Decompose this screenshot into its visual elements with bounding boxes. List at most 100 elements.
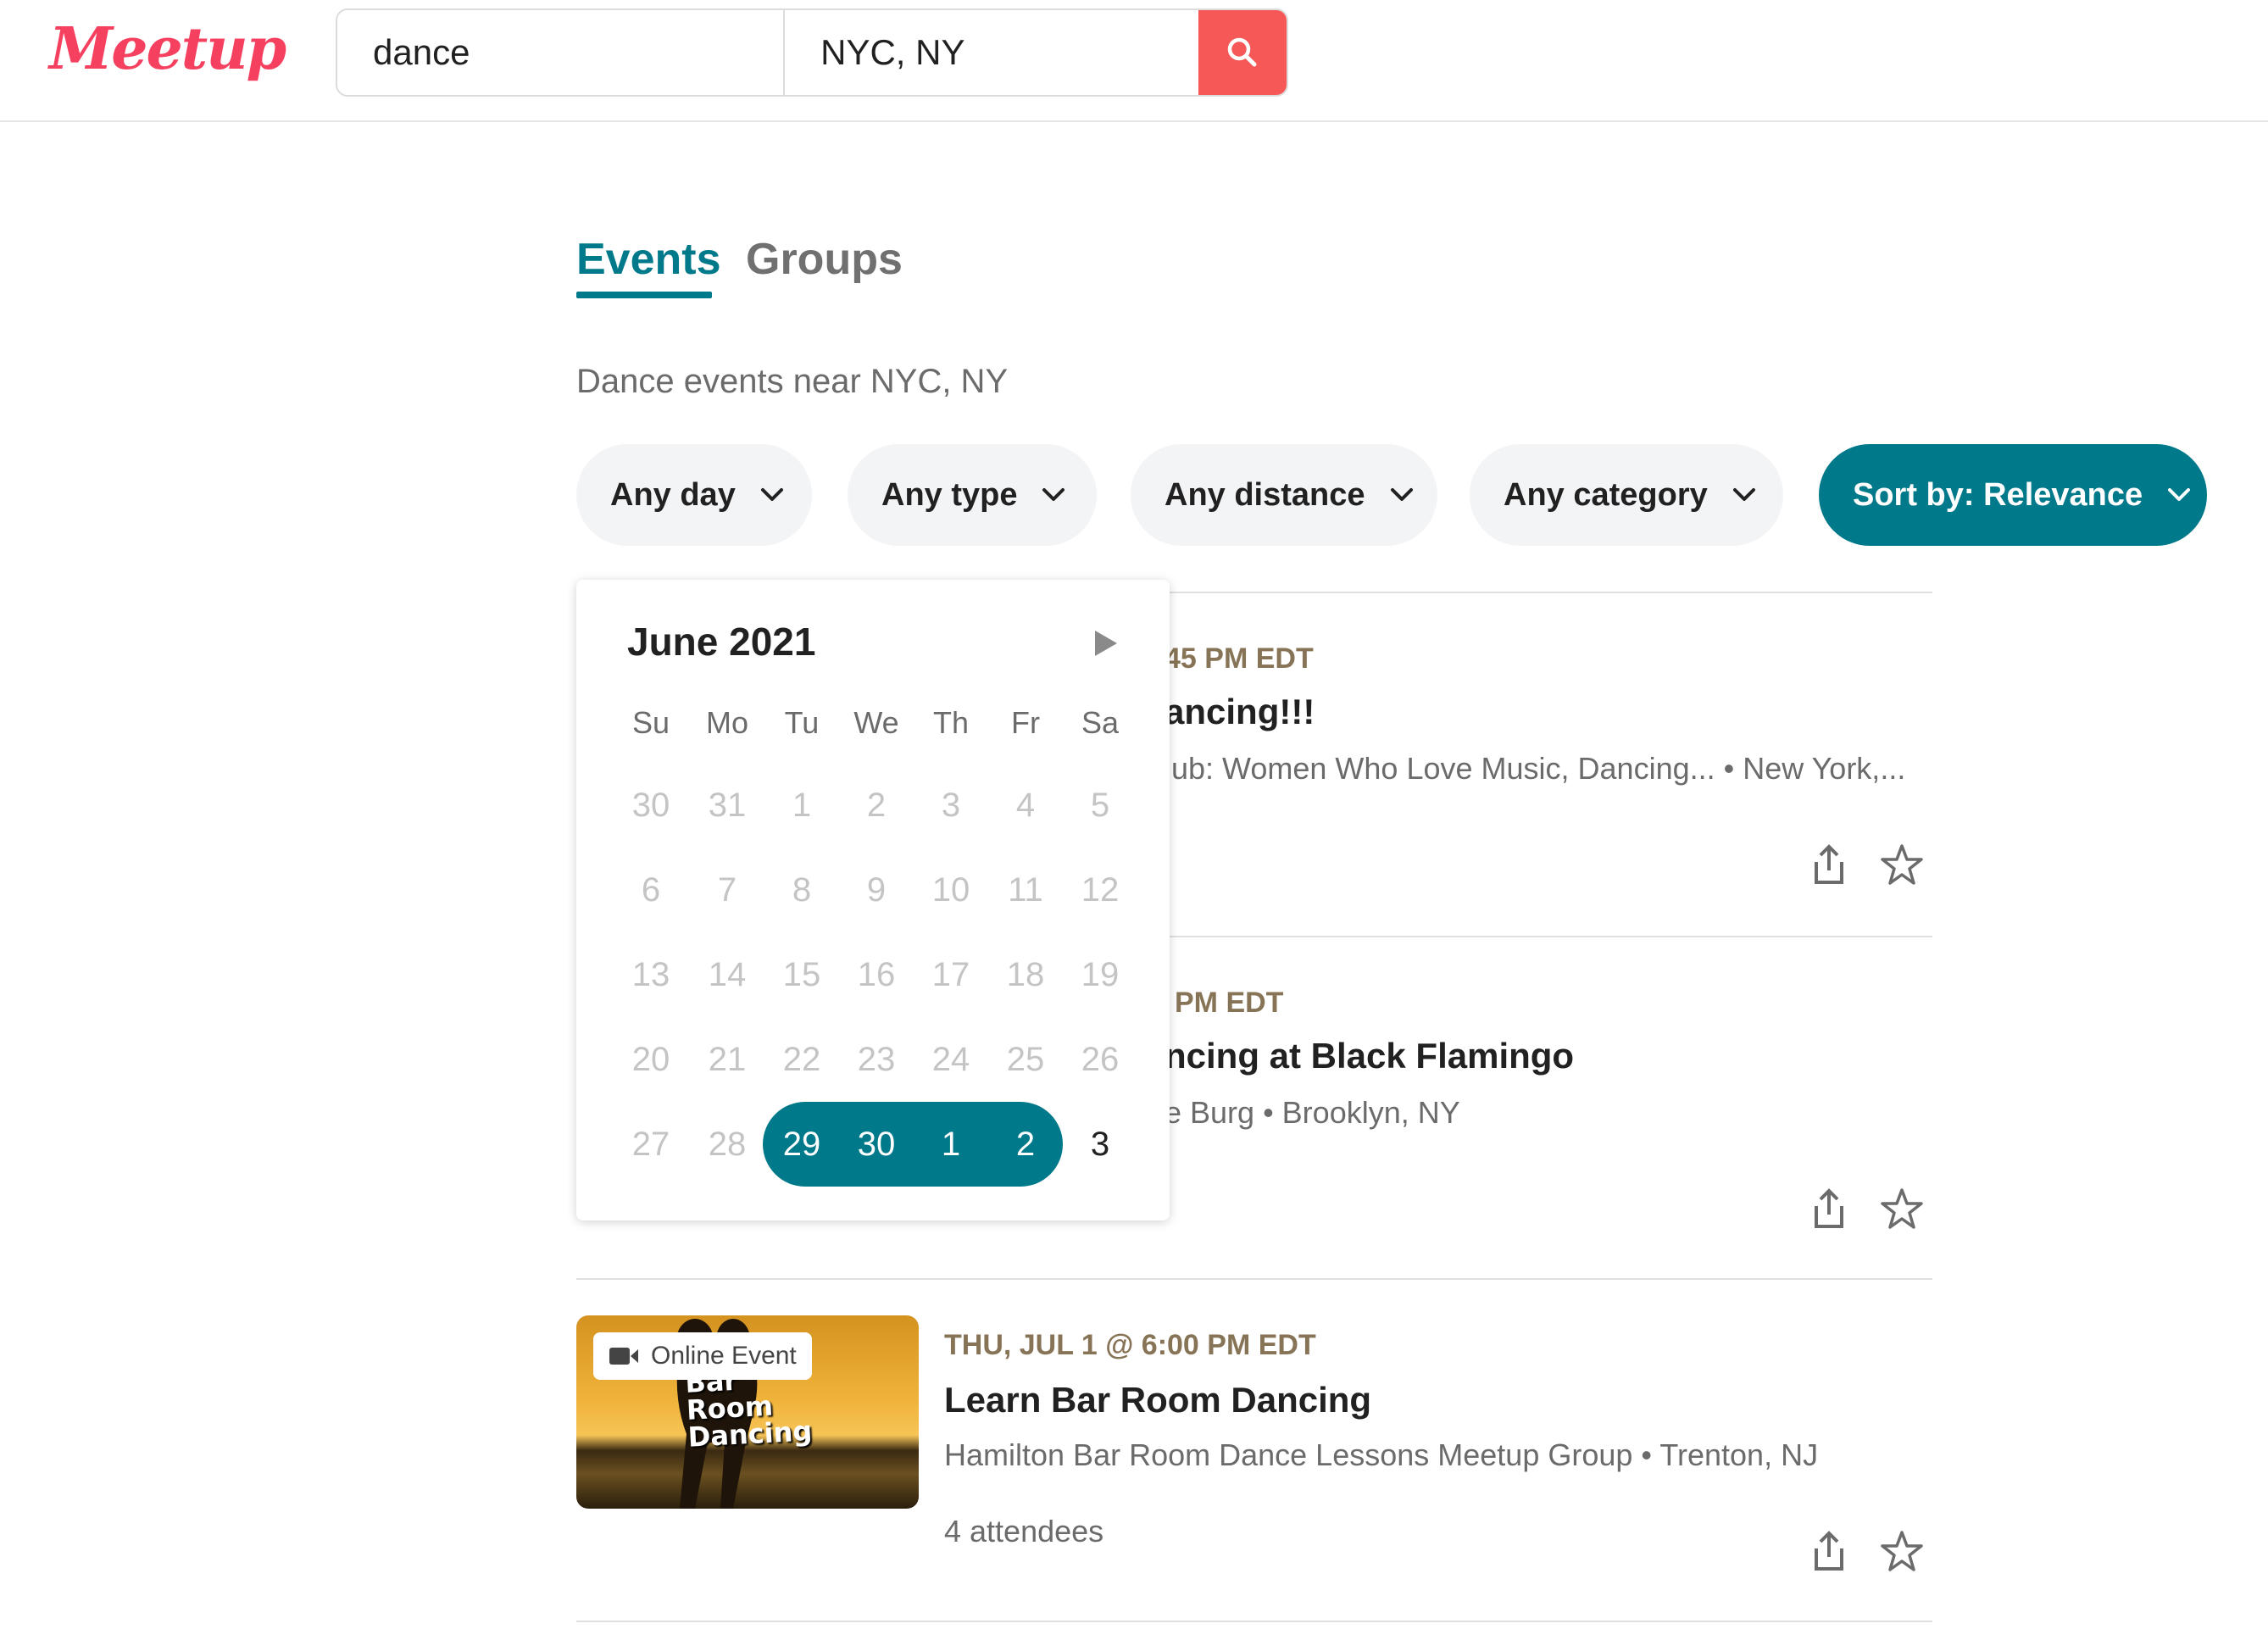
filter-any-distance[interactable]: Any distance [1131,444,1437,546]
share-icon [1815,844,1843,884]
save-button[interactable] [1878,841,1926,888]
calendar-day[interactable]: 21 [690,1026,764,1093]
calendar-day[interactable]: 22 [764,1026,839,1093]
calendar-weekday-label: Su [631,705,670,740]
chevron-down-icon [759,486,785,503]
event-date: 45 PM EDT [1165,642,1314,675]
calendar-weekday-label: Mo [705,705,748,740]
calendar-day[interactable]: 3 [914,771,988,839]
calendar-day[interactable]: 16 [839,941,914,1009]
tab-events[interactable]: Events [576,234,721,285]
online-event-label: Online Event [651,1342,797,1370]
calendar-weekday-label: Tu [784,705,820,740]
calendar-day[interactable]: 28 [690,1110,764,1178]
chevron-down-icon [1041,486,1066,503]
star-icon [1881,1188,1923,1229]
search-bar: dance NYC, NY [336,8,1288,97]
filter-any-type[interactable]: Any type [848,444,1097,546]
filter-type-label: Any type [881,476,1018,513]
calendar-weekday-label: We [853,705,899,740]
sort-by-dropdown[interactable]: Sort by: Relevance [1819,444,2207,546]
calendar-day[interactable]: 2 [988,1110,1063,1178]
filter-any-category[interactable]: Any category [1470,444,1783,546]
calendar-day[interactable]: 17 [914,941,988,1009]
event-date: PM EDT [1175,987,1284,1019]
chevron-down-icon [2166,486,2192,503]
triangle-right-icon [1095,631,1117,656]
calendar-month-title: June 2021 [627,620,816,664]
calendar-day[interactable]: 5 [1063,771,1137,839]
filter-distance-label: Any distance [1165,476,1365,513]
calendar-day[interactable]: 23 [839,1026,914,1093]
calendar-day[interactable]: 7 [690,856,764,924]
event-group: Hamilton Bar Room Dance Lessons Meetup G… [944,1437,1819,1472]
event-title[interactable]: Learn Bar Room Dancing [944,1380,1371,1421]
search-icon [1227,37,1257,67]
top-header: Meetup dance NYC, NY [0,0,2268,122]
calendar-weekday-label: Sa [1081,705,1120,740]
next-month-button[interactable] [1085,622,1127,664]
calendar-day[interactable]: 12 [1063,856,1137,924]
calendar-day[interactable]: 8 [764,856,839,924]
share-icon [1815,1531,1843,1571]
event-date: THU, JUL 1 @ 6:00 PM EDT [944,1329,1316,1361]
calendar-day[interactable]: 15 [764,941,839,1009]
attendee-count: 4 attendees [944,1514,1104,1548]
share-button[interactable] [1805,1185,1853,1232]
filter-any-day[interactable]: Any day [576,444,812,546]
calendar-day[interactable]: 1 [914,1110,988,1178]
calendar-day[interactable]: 20 [614,1026,688,1093]
calendar-day[interactable]: 4 [988,771,1063,839]
event-title[interactable]: ancing!!! [1165,692,1315,732]
calendar-day[interactable]: 18 [988,941,1063,1009]
calendar-day[interactable]: 30 [839,1110,914,1178]
chevron-down-icon [1732,486,1757,503]
event-thumbnail[interactable]: Bar Room Dancing Online Event [576,1315,919,1509]
calendar-day[interactable]: 19 [1063,941,1137,1009]
calendar-day[interactable]: 10 [914,856,988,924]
share-button[interactable] [1805,1527,1853,1575]
event-divider [576,1621,1932,1622]
calendar-day[interactable]: 9 [839,856,914,924]
calendar-day[interactable]: 27 [614,1110,688,1178]
sort-label: Sort by: Relevance [1853,476,2143,513]
event-group: e Burg • Brooklyn, NY [1165,1095,1460,1130]
save-button[interactable] [1878,1527,1926,1575]
search-button[interactable] [1198,10,1287,95]
tab-groups[interactable]: Groups [746,234,903,285]
meetup-logo[interactable]: Meetup [49,15,286,83]
filter-day-label: Any day [610,476,736,513]
chevron-down-icon [1389,486,1415,503]
calendar-day[interactable]: 3 [1063,1110,1137,1178]
event-group: lub: Women Who Love Music, Dancing... • … [1165,751,1906,786]
calendar-day[interactable]: 25 [988,1026,1063,1093]
share-button[interactable] [1805,841,1853,888]
event-divider [576,1278,1932,1280]
filter-category-label: Any category [1504,476,1708,513]
share-icon [1815,1188,1843,1228]
calendar-day[interactable]: 29 [764,1110,839,1178]
star-icon [1881,1531,1923,1571]
calendar-day[interactable]: 1 [764,771,839,839]
calendar-day[interactable]: 31 [690,771,764,839]
calendar-day[interactable]: 6 [614,856,688,924]
star-icon [1881,844,1923,885]
calendar-weekday-label: Fr [1011,705,1040,740]
save-button[interactable] [1878,1185,1926,1232]
calendar-day[interactable]: 24 [914,1026,988,1093]
calendar-day[interactable]: 30 [614,771,688,839]
date-picker-popover: June 2021 Su Mo Tu We Th Fr Sa 30 31 1 2 3 4 5 6 7 8 9 10 1… [576,580,1170,1220]
location-input[interactable]: NYC, NY [785,10,1198,95]
calendar-weekday-label: Th [932,705,969,740]
calendar-day[interactable]: 13 [614,941,688,1009]
calendar-day[interactable]: 26 [1063,1026,1137,1093]
calendar-day[interactable]: 11 [988,856,1063,924]
thumbnail-line: Dancing [687,1415,814,1454]
video-camera-icon [609,1348,638,1365]
online-event-badge: Online Event [593,1332,812,1380]
keyword-search-input[interactable]: dance [337,10,786,95]
calendar-day[interactable]: 2 [839,771,914,839]
calendar-day[interactable]: 14 [690,941,764,1009]
active-tab-indicator [576,292,712,298]
event-title[interactable]: ncing at Black Flamingo [1165,1036,1574,1076]
